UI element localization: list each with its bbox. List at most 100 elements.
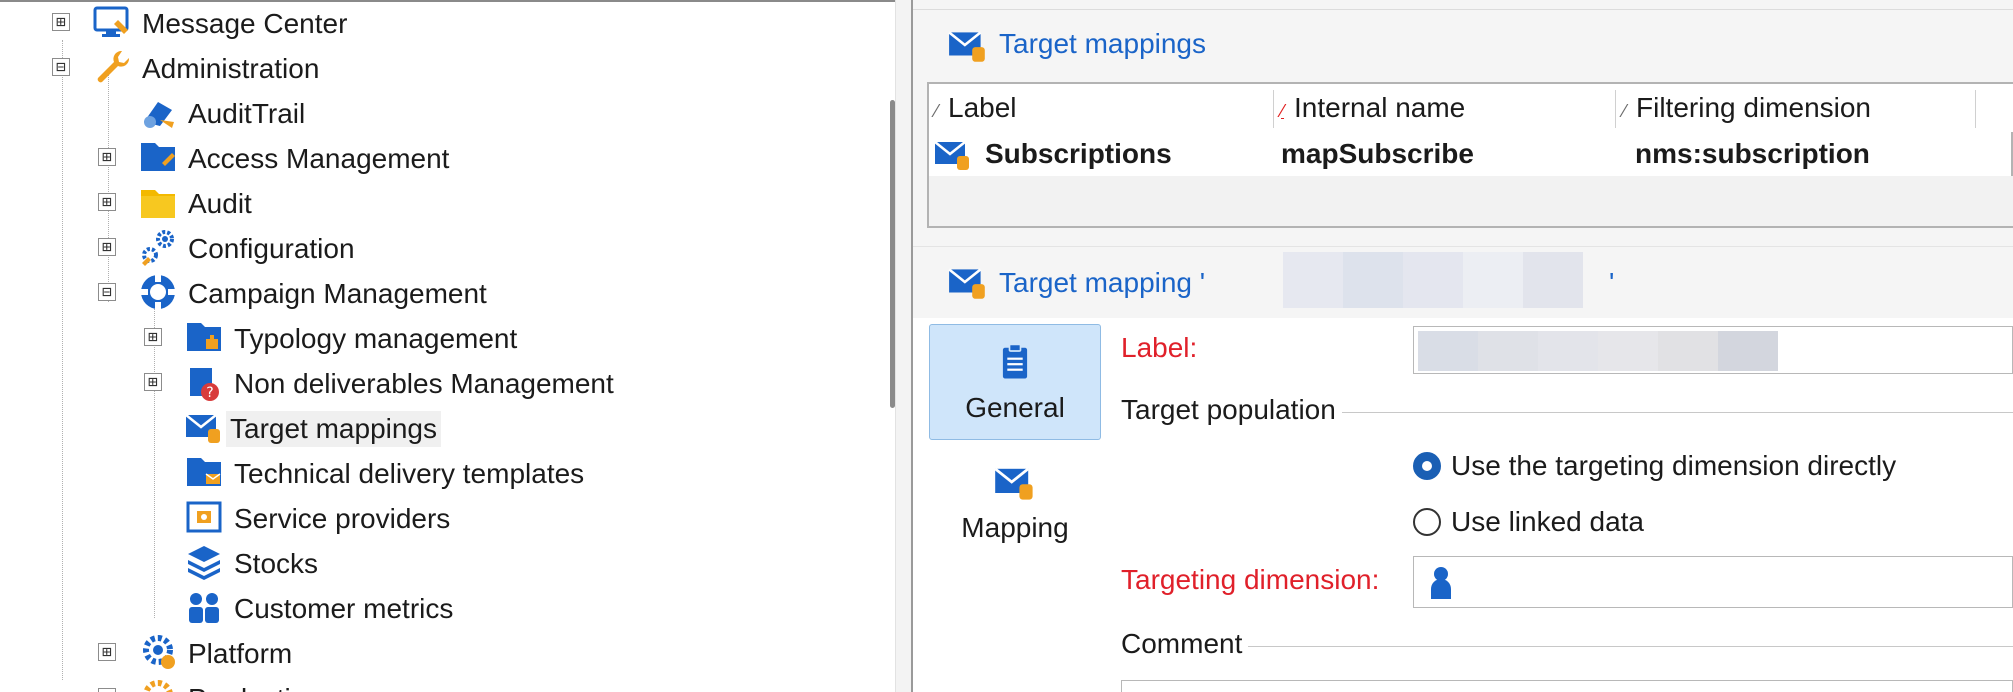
radio-use-linked-data[interactable]: Use linked data	[1413, 506, 1644, 538]
stocks-icon	[188, 546, 220, 580]
collapse-icon[interactable]: ⊟	[52, 58, 70, 76]
tree-item-audit[interactable]: ⊞ Audit	[0, 182, 890, 222]
table-row[interactable]: Subscriptions mapSubscribe nms:subscript…	[929, 132, 2013, 176]
column-header-label[interactable]: ⁄ Label	[935, 84, 1017, 132]
tree-item-administration[interactable]: ⊟ Administration	[0, 47, 890, 87]
radio-use-targeting-dimension[interactable]: Use the targeting dimension directly	[1413, 450, 1896, 482]
targeting-dimension-caption: Targeting dimension:	[1121, 564, 1380, 595]
tree-item-label: Access Management	[188, 143, 450, 174]
sort-icon: ⁄	[1281, 101, 1285, 121]
tree-item-audittrail[interactable]: AuditTrail	[0, 92, 890, 132]
navigation-tree: ⊞ Message Center ⊟ Administration AuditT…	[0, 0, 895, 692]
tree-item-label: Audit	[188, 188, 252, 219]
redacted-title-block	[1403, 252, 1463, 308]
svg-text:?: ?	[206, 385, 213, 401]
targeting-dimension-input[interactable]	[1413, 556, 2013, 608]
service-providers-icon	[186, 501, 222, 533]
redacted-title-block	[1283, 252, 1343, 308]
person-icon	[1431, 567, 1451, 599]
tree-item-typology-management[interactable]: ⊞ Typology management	[0, 317, 890, 357]
campaign-icon	[140, 274, 176, 310]
radio-unchecked-icon[interactable]	[1413, 508, 1441, 536]
tree-item-customer-metrics[interactable]: Customer metrics	[0, 587, 890, 627]
target-mappings-grid: ⁄ Label ⁄ Internal name ⁄ Filtering dimensi…	[927, 82, 2013, 228]
tree-item-label: Administration	[142, 53, 320, 84]
expand-icon[interactable]: ⊞	[98, 688, 116, 692]
comment-textarea[interactable]	[1121, 680, 2013, 692]
redacted-title-block	[1343, 252, 1403, 308]
expand-icon[interactable]: ⊞	[144, 373, 162, 391]
tree-item-label: Non deliverables Management	[234, 368, 614, 399]
target-mapping-icon	[948, 268, 985, 299]
wrench-icon	[97, 50, 130, 83]
detail-title-suffix: '	[1609, 267, 1615, 298]
clipboard-icon	[1002, 343, 1028, 379]
redacted-value-block	[1418, 331, 1478, 371]
column-separator[interactable]	[1975, 90, 1976, 128]
radio-label: Use the targeting dimension directly	[1451, 450, 1897, 481]
tree-item-label: Configuration	[188, 233, 355, 264]
radio-checked-icon[interactable]	[1413, 452, 1441, 480]
typology-icon	[187, 323, 221, 351]
tree-item-service-providers[interactable]: Service providers	[0, 497, 890, 537]
redacted-value-block	[1718, 331, 1778, 371]
label-caption: Label:	[1121, 332, 1198, 363]
content-pane: Target mappings ⁄ Label ⁄ Internal name ⁄ F…	[913, 0, 2013, 692]
tree-item-label: Message Center	[142, 8, 348, 39]
tree-item-label: Stocks	[234, 548, 319, 579]
redacted-value-block	[1658, 331, 1718, 371]
tab-general[interactable]: General	[929, 324, 1101, 440]
top-strip	[913, 0, 2013, 10]
column-header-filtering-dimension[interactable]: ⁄ Filtering dimension	[1623, 84, 1871, 132]
cell-internal-name: mapSubscribe	[1281, 138, 1474, 169]
tree-item-non-deliverables[interactable]: ⊞ ? Non deliverables Management	[0, 362, 890, 402]
tree-item-access-management[interactable]: ⊞ Access Management	[0, 137, 890, 177]
radio-label: Use linked data	[1451, 506, 1645, 537]
tree-item-label: AuditTrail	[188, 98, 306, 129]
cell-filtering-dimension: nms:subscription	[1635, 138, 1870, 169]
detail-title-prefix: Target mapping '	[999, 267, 1206, 298]
tree-item-label: Campaign Management	[188, 278, 487, 309]
column-header-internal-name[interactable]: ⁄ Internal name	[1281, 84, 1465, 132]
app-window: ⊞ Message Center ⊟ Administration AuditT…	[0, 0, 2013, 692]
expand-icon[interactable]: ⊞	[98, 643, 116, 661]
expand-icon[interactable]: ⊞	[52, 13, 70, 31]
access-management-icon	[141, 143, 175, 171]
tree-item-label: Service providers	[234, 503, 451, 534]
column-header-text: Internal name	[1294, 92, 1466, 123]
label-input[interactable]	[1413, 326, 2013, 374]
tree-item-campaign-management[interactable]: ⊟ Campaign Management	[0, 272, 890, 312]
column-separator[interactable]	[1273, 90, 1274, 128]
expand-icon[interactable]: ⊞	[98, 148, 116, 166]
column-header-text: Filtering dimension	[1636, 92, 1872, 123]
tree-item-target-mappings[interactable]: Target mappings	[0, 407, 890, 447]
expand-icon[interactable]: ⊞	[98, 193, 116, 211]
tree-item-label: Technical delivery templates	[234, 458, 585, 489]
tree-item-label: Platform	[188, 638, 293, 669]
message-center-icon	[93, 6, 129, 37]
tree-item-message-center[interactable]: ⊞ Message Center	[0, 2, 890, 42]
target-population-title: Target population	[1121, 394, 1342, 426]
sort-icon: ⁄	[935, 101, 939, 121]
tree-item-stocks[interactable]: Stocks	[0, 542, 890, 582]
tree-item-platform[interactable]: ⊞ Platform	[0, 632, 890, 672]
tab-mapping[interactable]: Mapping	[929, 444, 1101, 560]
column-separator[interactable]	[1615, 90, 1616, 128]
tree-item-production[interactable]: ⊞ Production	[0, 677, 890, 692]
redacted-value-block	[1478, 331, 1538, 371]
audittrail-icon	[144, 102, 174, 128]
expand-icon[interactable]: ⊞	[98, 238, 116, 256]
pane-splitter[interactable]	[895, 0, 913, 692]
gears-icon	[142, 230, 174, 266]
sort-icon: ⁄	[1623, 101, 1627, 121]
tree-item-label: Production	[184, 681, 326, 692]
expand-icon[interactable]: ⊞	[144, 328, 162, 346]
collapse-icon[interactable]: ⊟	[98, 283, 116, 301]
redacted-value-block	[1538, 331, 1598, 371]
redacted-title-block	[1523, 252, 1583, 308]
tree-item-technical-delivery-templates[interactable]: Technical delivery templates	[0, 452, 890, 492]
target-mapping-icon	[994, 467, 1033, 500]
tree-item-configuration[interactable]: ⊞ Configuration	[0, 227, 890, 267]
target-mapping-icon	[185, 414, 220, 443]
platform-icon	[143, 635, 175, 669]
